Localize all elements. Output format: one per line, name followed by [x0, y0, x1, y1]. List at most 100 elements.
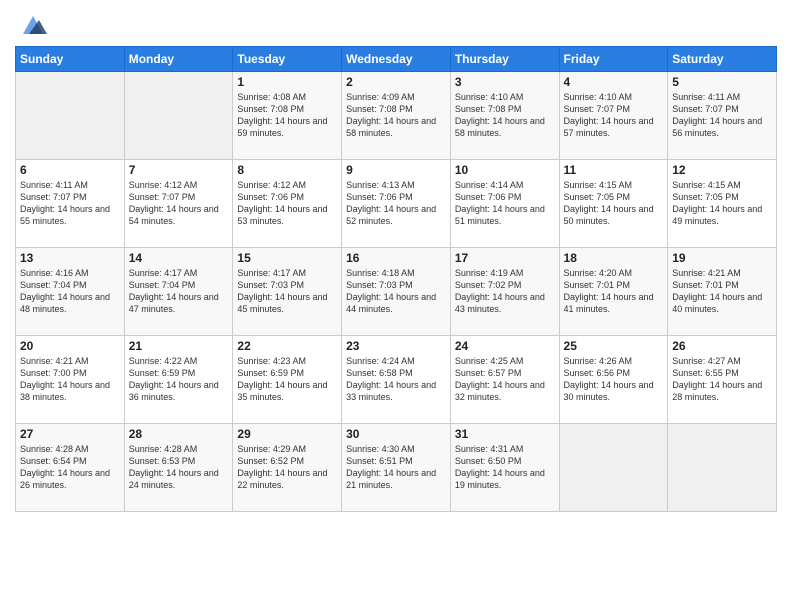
day-number: 28 — [129, 427, 229, 441]
cell-content: Sunrise: 4:26 AMSunset: 6:56 PMDaylight:… — [564, 355, 664, 404]
calendar-week-5: 27 Sunrise: 4:28 AMSunset: 6:54 PMDaylig… — [16, 424, 777, 512]
cell-content: Sunrise: 4:31 AMSunset: 6:50 PMDaylight:… — [455, 443, 555, 492]
cell-content: Sunrise: 4:23 AMSunset: 6:59 PMDaylight:… — [237, 355, 337, 404]
day-number: 29 — [237, 427, 337, 441]
calendar-week-2: 6 Sunrise: 4:11 AMSunset: 7:07 PMDayligh… — [16, 160, 777, 248]
page: SundayMondayTuesdayWednesdayThursdayFrid… — [0, 0, 792, 612]
calendar-cell: 29 Sunrise: 4:29 AMSunset: 6:52 PMDaylig… — [233, 424, 342, 512]
day-number: 20 — [20, 339, 120, 353]
calendar-cell: 25 Sunrise: 4:26 AMSunset: 6:56 PMDaylig… — [559, 336, 668, 424]
weekday-header-tuesday: Tuesday — [233, 47, 342, 72]
calendar-cell — [559, 424, 668, 512]
cell-content: Sunrise: 4:10 AMSunset: 7:07 PMDaylight:… — [564, 91, 664, 140]
calendar-cell: 7 Sunrise: 4:12 AMSunset: 7:07 PMDayligh… — [124, 160, 233, 248]
day-number: 12 — [672, 163, 772, 177]
calendar-cell: 22 Sunrise: 4:23 AMSunset: 6:59 PMDaylig… — [233, 336, 342, 424]
cell-content: Sunrise: 4:14 AMSunset: 7:06 PMDaylight:… — [455, 179, 555, 228]
calendar-cell: 17 Sunrise: 4:19 AMSunset: 7:02 PMDaylig… — [450, 248, 559, 336]
cell-content: Sunrise: 4:28 AMSunset: 6:53 PMDaylight:… — [129, 443, 229, 492]
calendar-cell: 24 Sunrise: 4:25 AMSunset: 6:57 PMDaylig… — [450, 336, 559, 424]
day-number: 19 — [672, 251, 772, 265]
cell-content: Sunrise: 4:21 AMSunset: 7:00 PMDaylight:… — [20, 355, 120, 404]
day-number: 9 — [346, 163, 446, 177]
cell-content: Sunrise: 4:21 AMSunset: 7:01 PMDaylight:… — [672, 267, 772, 316]
day-number: 4 — [564, 75, 664, 89]
cell-content: Sunrise: 4:16 AMSunset: 7:04 PMDaylight:… — [20, 267, 120, 316]
calendar-cell: 5 Sunrise: 4:11 AMSunset: 7:07 PMDayligh… — [668, 72, 777, 160]
cell-content: Sunrise: 4:08 AMSunset: 7:08 PMDaylight:… — [237, 91, 337, 140]
day-number: 21 — [129, 339, 229, 353]
day-number: 27 — [20, 427, 120, 441]
day-number: 5 — [672, 75, 772, 89]
day-number: 3 — [455, 75, 555, 89]
calendar-cell: 4 Sunrise: 4:10 AMSunset: 7:07 PMDayligh… — [559, 72, 668, 160]
day-number: 11 — [564, 163, 664, 177]
day-number: 14 — [129, 251, 229, 265]
day-number: 30 — [346, 427, 446, 441]
day-number: 6 — [20, 163, 120, 177]
day-number: 24 — [455, 339, 555, 353]
header — [15, 10, 777, 38]
calendar-cell: 2 Sunrise: 4:09 AMSunset: 7:08 PMDayligh… — [342, 72, 451, 160]
cell-content: Sunrise: 4:29 AMSunset: 6:52 PMDaylight:… — [237, 443, 337, 492]
calendar-cell: 9 Sunrise: 4:13 AMSunset: 7:06 PMDayligh… — [342, 160, 451, 248]
cell-content: Sunrise: 4:30 AMSunset: 6:51 PMDaylight:… — [346, 443, 446, 492]
cell-content: Sunrise: 4:19 AMSunset: 7:02 PMDaylight:… — [455, 267, 555, 316]
day-number: 31 — [455, 427, 555, 441]
day-number: 22 — [237, 339, 337, 353]
calendar-cell: 14 Sunrise: 4:17 AMSunset: 7:04 PMDaylig… — [124, 248, 233, 336]
cell-content: Sunrise: 4:09 AMSunset: 7:08 PMDaylight:… — [346, 91, 446, 140]
calendar-cell: 10 Sunrise: 4:14 AMSunset: 7:06 PMDaylig… — [450, 160, 559, 248]
calendar-cell: 27 Sunrise: 4:28 AMSunset: 6:54 PMDaylig… — [16, 424, 125, 512]
day-number: 1 — [237, 75, 337, 89]
day-number: 10 — [455, 163, 555, 177]
cell-content: Sunrise: 4:25 AMSunset: 6:57 PMDaylight:… — [455, 355, 555, 404]
cell-content: Sunrise: 4:10 AMSunset: 7:08 PMDaylight:… — [455, 91, 555, 140]
day-number: 25 — [564, 339, 664, 353]
cell-content: Sunrise: 4:13 AMSunset: 7:06 PMDaylight:… — [346, 179, 446, 228]
calendar-cell: 11 Sunrise: 4:15 AMSunset: 7:05 PMDaylig… — [559, 160, 668, 248]
day-number: 17 — [455, 251, 555, 265]
calendar-week-3: 13 Sunrise: 4:16 AMSunset: 7:04 PMDaylig… — [16, 248, 777, 336]
day-number: 16 — [346, 251, 446, 265]
calendar-cell: 8 Sunrise: 4:12 AMSunset: 7:06 PMDayligh… — [233, 160, 342, 248]
weekday-header-saturday: Saturday — [668, 47, 777, 72]
weekday-header-wednesday: Wednesday — [342, 47, 451, 72]
cell-content: Sunrise: 4:12 AMSunset: 7:07 PMDaylight:… — [129, 179, 229, 228]
calendar-cell: 31 Sunrise: 4:31 AMSunset: 6:50 PMDaylig… — [450, 424, 559, 512]
weekday-header-thursday: Thursday — [450, 47, 559, 72]
calendar-table: SundayMondayTuesdayWednesdayThursdayFrid… — [15, 46, 777, 512]
calendar-week-1: 1 Sunrise: 4:08 AMSunset: 7:08 PMDayligh… — [16, 72, 777, 160]
calendar-cell: 20 Sunrise: 4:21 AMSunset: 7:00 PMDaylig… — [16, 336, 125, 424]
logo — [15, 10, 47, 38]
cell-content: Sunrise: 4:17 AMSunset: 7:04 PMDaylight:… — [129, 267, 229, 316]
cell-content: Sunrise: 4:24 AMSunset: 6:58 PMDaylight:… — [346, 355, 446, 404]
calendar-cell: 6 Sunrise: 4:11 AMSunset: 7:07 PMDayligh… — [16, 160, 125, 248]
cell-content: Sunrise: 4:20 AMSunset: 7:01 PMDaylight:… — [564, 267, 664, 316]
calendar-cell: 13 Sunrise: 4:16 AMSunset: 7:04 PMDaylig… — [16, 248, 125, 336]
cell-content: Sunrise: 4:17 AMSunset: 7:03 PMDaylight:… — [237, 267, 337, 316]
cell-content: Sunrise: 4:12 AMSunset: 7:06 PMDaylight:… — [237, 179, 337, 228]
weekday-header-friday: Friday — [559, 47, 668, 72]
calendar-cell: 23 Sunrise: 4:24 AMSunset: 6:58 PMDaylig… — [342, 336, 451, 424]
logo-icon — [19, 10, 47, 38]
day-number: 13 — [20, 251, 120, 265]
calendar-cell: 28 Sunrise: 4:28 AMSunset: 6:53 PMDaylig… — [124, 424, 233, 512]
calendar-cell — [668, 424, 777, 512]
day-number: 8 — [237, 163, 337, 177]
calendar-cell: 1 Sunrise: 4:08 AMSunset: 7:08 PMDayligh… — [233, 72, 342, 160]
calendar-cell: 18 Sunrise: 4:20 AMSunset: 7:01 PMDaylig… — [559, 248, 668, 336]
cell-content: Sunrise: 4:11 AMSunset: 7:07 PMDaylight:… — [672, 91, 772, 140]
calendar-week-4: 20 Sunrise: 4:21 AMSunset: 7:00 PMDaylig… — [16, 336, 777, 424]
calendar-cell — [16, 72, 125, 160]
cell-content: Sunrise: 4:11 AMSunset: 7:07 PMDaylight:… — [20, 179, 120, 228]
day-number: 26 — [672, 339, 772, 353]
calendar-cell: 21 Sunrise: 4:22 AMSunset: 6:59 PMDaylig… — [124, 336, 233, 424]
day-number: 7 — [129, 163, 229, 177]
calendar-cell: 19 Sunrise: 4:21 AMSunset: 7:01 PMDaylig… — [668, 248, 777, 336]
calendar-cell: 12 Sunrise: 4:15 AMSunset: 7:05 PMDaylig… — [668, 160, 777, 248]
calendar-cell: 30 Sunrise: 4:30 AMSunset: 6:51 PMDaylig… — [342, 424, 451, 512]
calendar-cell: 15 Sunrise: 4:17 AMSunset: 7:03 PMDaylig… — [233, 248, 342, 336]
cell-content: Sunrise: 4:27 AMSunset: 6:55 PMDaylight:… — [672, 355, 772, 404]
cell-content: Sunrise: 4:15 AMSunset: 7:05 PMDaylight:… — [672, 179, 772, 228]
